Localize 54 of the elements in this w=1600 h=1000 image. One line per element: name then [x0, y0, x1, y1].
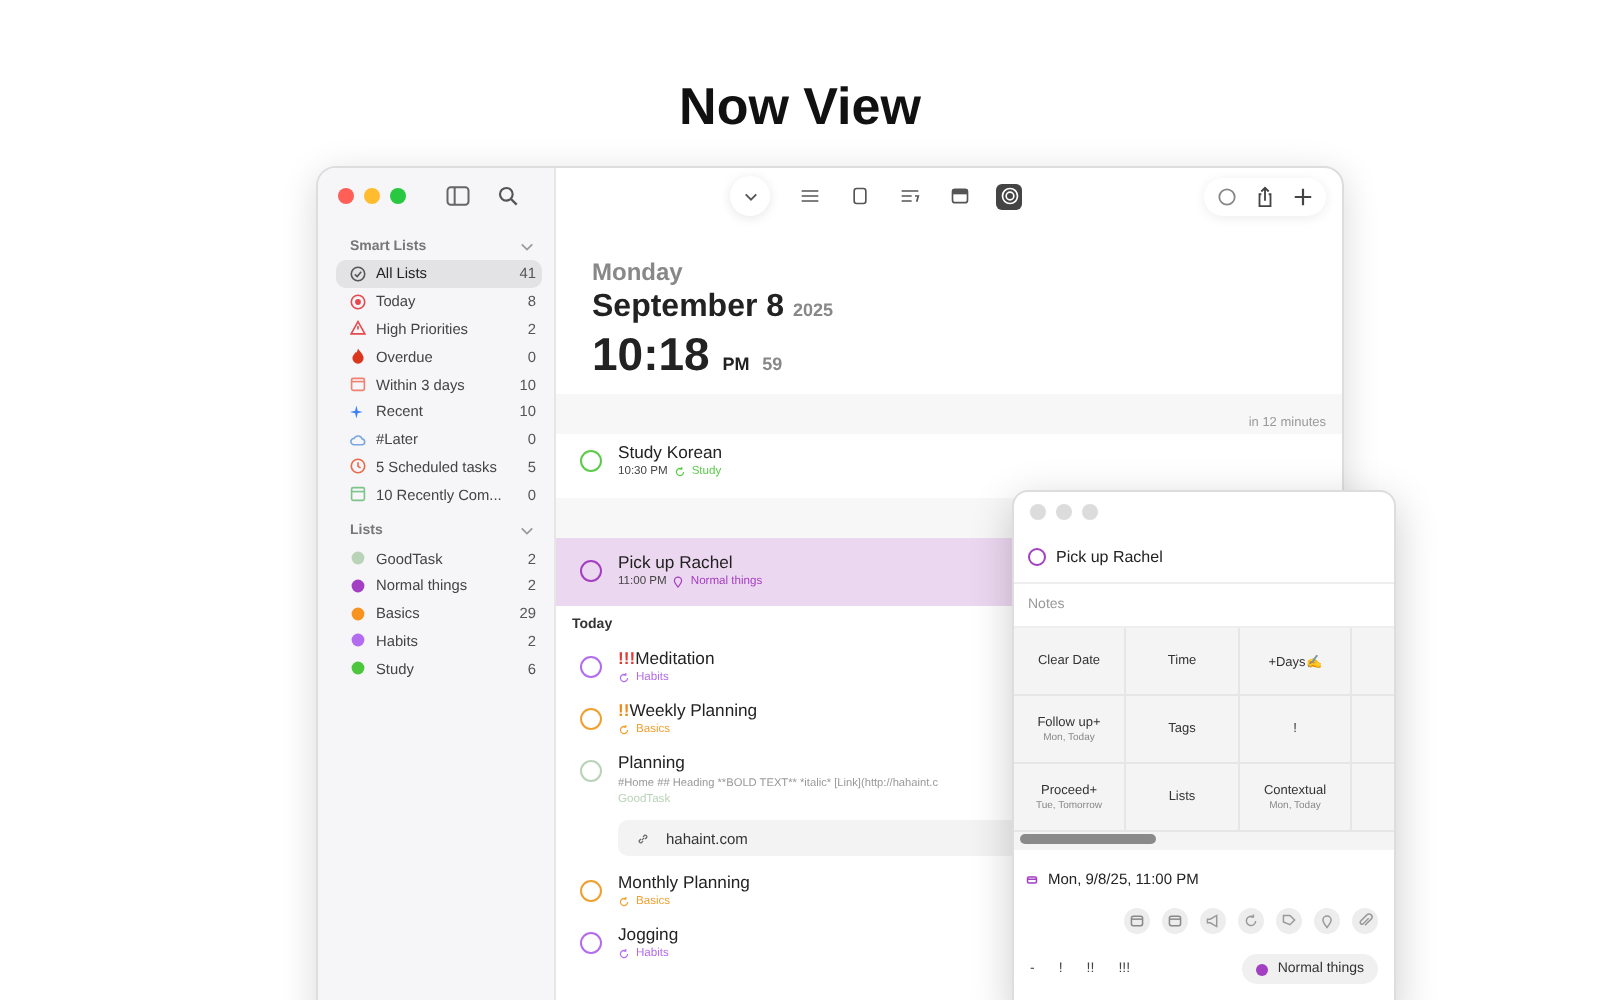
clock-icon — [350, 458, 366, 475]
weekday-label: Monday — [592, 258, 685, 286]
year-label: 2025 — [793, 300, 834, 320]
minimize-button[interactable] — [364, 188, 380, 204]
link-icon — [636, 831, 650, 845]
megaphone-icon[interactable] — [1200, 908, 1226, 934]
target-icon[interactable] — [996, 183, 1022, 209]
task-title: !!!Meditation — [618, 648, 715, 668]
task-checkbox[interactable] — [580, 880, 602, 902]
star-circle-icon — [350, 293, 366, 310]
sparkle-icon — [350, 403, 366, 420]
task-title: Jogging — [618, 924, 679, 944]
calendar-icon[interactable] — [1162, 908, 1188, 934]
task-title: Pick up Rachel — [618, 552, 735, 572]
flame-icon — [350, 348, 366, 365]
zoom-button[interactable] — [390, 188, 406, 204]
task-checkbox[interactable] — [1028, 548, 1046, 566]
task-title: Study Korean — [618, 442, 723, 462]
sidebar-toggle-icon[interactable] — [446, 186, 470, 206]
chevron-down-icon — [743, 191, 757, 201]
check-circle-icon — [350, 265, 366, 282]
task-checkbox[interactable] — [580, 560, 602, 582]
task-title: !!Weekly Planning — [618, 700, 758, 720]
time-label: 10:18 — [592, 328, 710, 380]
card-icon[interactable] — [946, 183, 972, 209]
close-button[interactable] — [338, 188, 354, 204]
repeat-icon[interactable] — [1238, 908, 1264, 934]
tag-icon[interactable] — [1276, 908, 1302, 934]
chevron-down-icon[interactable] — [520, 242, 534, 252]
calendar-icon — [1026, 873, 1038, 885]
warning-icon — [350, 320, 366, 337]
task-title: Planning — [618, 752, 687, 772]
task-checkbox[interactable] — [580, 708, 602, 730]
location-icon[interactable] — [1314, 908, 1340, 934]
share-icon[interactable] — [1254, 185, 1276, 207]
circle-icon[interactable] — [1216, 185, 1238, 207]
chevron-down-icon[interactable] — [520, 526, 534, 537]
task-title: Pick up Rachel — [1056, 548, 1163, 566]
date-label: September 8 — [592, 290, 785, 324]
task-checkbox[interactable] — [580, 656, 602, 678]
calendar-icon — [350, 376, 366, 393]
paperclip-icon[interactable] — [1352, 908, 1378, 934]
cloud-icon — [350, 431, 366, 448]
ampm-label: PM — [722, 354, 750, 374]
seconds-label: 59 — [762, 354, 783, 374]
search-icon[interactable] — [498, 186, 518, 206]
task-title: Monthly Planning — [618, 872, 750, 892]
task-checkbox[interactable] — [580, 450, 602, 472]
task-checkbox[interactable] — [580, 932, 602, 954]
page-title: Now View — [677, 74, 923, 138]
scrollbar-thumb[interactable] — [1020, 834, 1156, 844]
calendar-icon[interactable] — [1124, 908, 1150, 934]
tray-icon — [350, 486, 366, 503]
add-icon[interactable] — [1292, 185, 1314, 207]
